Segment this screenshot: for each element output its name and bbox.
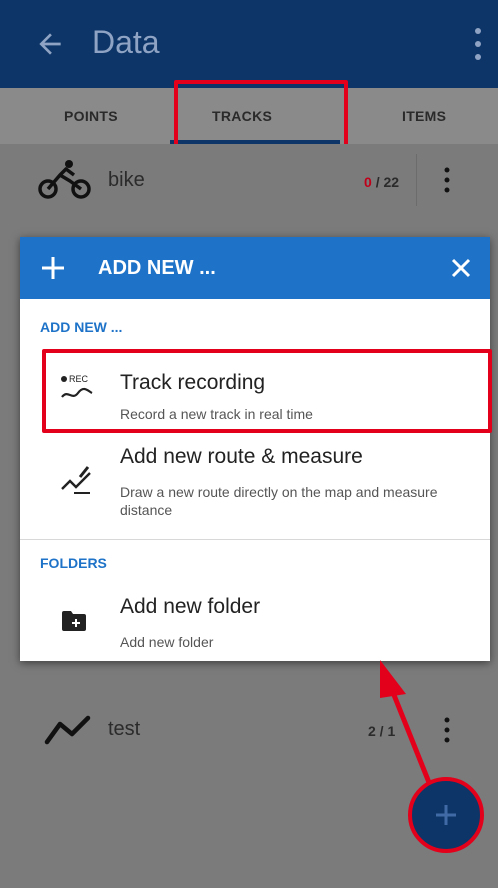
count-total: / 22 xyxy=(375,174,400,190)
menu-item-title: Add new folder xyxy=(120,595,261,618)
row-divider xyxy=(416,154,417,206)
menu-item-add-route[interactable]: Add new route & measure Draw a new route… xyxy=(20,433,490,537)
add-folder-icon xyxy=(62,611,86,631)
arrow-left-icon[interactable] xyxy=(34,28,66,60)
close-icon[interactable] xyxy=(448,255,474,281)
app-bar: Data xyxy=(0,0,498,88)
add-new-dialog: ADD NEW ... ADD NEW ... REC Track record… xyxy=(20,237,490,661)
track-name-test[interactable]: test xyxy=(108,718,140,741)
menu-item-add-folder[interactable]: Add new folder Add new folder xyxy=(20,581,490,661)
track-menu-icon[interactable] xyxy=(444,167,450,193)
menu-item-subtitle: Draw a new route directly on the map and… xyxy=(120,484,438,518)
section-folders: FOLDERS xyxy=(40,555,107,571)
track-line-icon xyxy=(44,715,91,745)
tracks-tab-highlight xyxy=(174,80,348,152)
route-measure-icon xyxy=(61,466,91,494)
track-count-bike: 0 / 22 xyxy=(364,174,399,190)
section-divider xyxy=(20,539,490,540)
tab-points[interactable]: POINTS xyxy=(64,88,118,144)
plus-icon xyxy=(42,257,64,279)
page-title: Data xyxy=(92,24,160,60)
menu-item-subtitle: Add new folder xyxy=(120,634,214,650)
dialog-title: ADD NEW ... xyxy=(98,257,216,279)
track-recording-highlight xyxy=(42,349,492,433)
dialog-header: ADD NEW ... xyxy=(20,237,490,299)
menu-item-title: Add new route & measure xyxy=(120,445,363,468)
plus-icon xyxy=(436,805,456,825)
count-current: 0 xyxy=(364,174,372,190)
more-vert-icon[interactable] xyxy=(474,26,482,62)
tab-items[interactable]: ITEMS xyxy=(402,88,446,144)
bicycle-icon xyxy=(38,160,91,199)
track-name-bike[interactable]: bike xyxy=(108,169,145,192)
section-add-new: ADD NEW ... xyxy=(40,319,123,335)
